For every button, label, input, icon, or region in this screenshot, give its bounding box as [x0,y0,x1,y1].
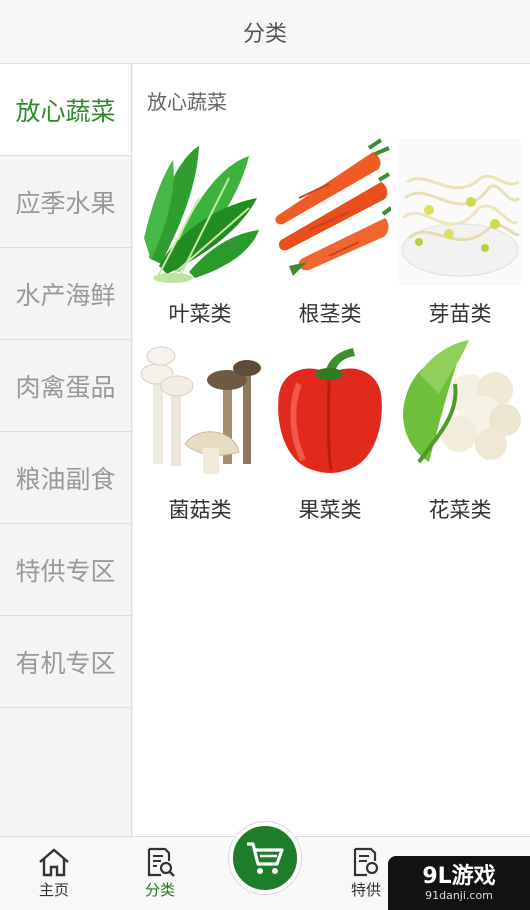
category-search-icon [147,847,175,877]
category-card-mushroom[interactable]: 菌菇类 [139,334,261,522]
home-icon [39,848,69,877]
category-label: 芽苗类 [428,302,492,326]
sidebar-item-label: 特供专区 [15,556,116,586]
sidebar-item-vegetables[interactable]: 放心蔬菜 [0,64,131,156]
category-content: 放心蔬菜 叶菜类 根茎类 芽苗类 菌菇类 果菜类 花菜类 [133,64,530,836]
watermark-logo-text: 9L游戏 [422,863,496,889]
carrot-image [269,138,391,286]
category-label: 叶菜类 [168,302,232,326]
sidebar-item-label: 粮油副食 [15,464,116,494]
section-title: 放心蔬菜 [147,90,227,114]
category-card-sprouts[interactable]: 芽苗类 [399,138,521,326]
mushrooms-image [139,334,261,482]
sidebar-item-meat-eggs[interactable]: 肉禽蛋品 [0,340,131,432]
top-bar: 分类 [0,0,530,64]
tab-label: 主页 [38,881,69,899]
sidebar-item-label: 有机专区 [15,648,116,678]
sidebar-item-grain-oil[interactable]: 粮油副食 [0,432,131,524]
category-label: 果菜类 [298,498,362,522]
category-sidebar: 放心蔬菜 应季水果 水产海鲜 肉禽蛋品 粮油副食 特供专区 有机专区 [0,64,132,836]
category-label: 花菜类 [428,498,492,522]
tab-label: 分类 [144,881,175,899]
tab-home[interactable]: 主页 [14,843,94,907]
sidebar-item-label: 放心蔬菜 [15,96,116,126]
shopping-cart-icon [247,842,284,874]
cauliflower-image [399,334,521,482]
leafy-greens-image [139,138,261,286]
special-doc-icon [353,847,379,877]
category-label: 根茎类 [298,302,362,326]
bean-sprouts-image [399,138,521,286]
page-title: 分类 [242,21,287,47]
category-card-leafy[interactable]: 叶菜类 [139,138,261,326]
category-card-flower-veg[interactable]: 花菜类 [399,334,521,522]
tab-category[interactable]: 分类 [120,843,200,907]
bell-pepper-image [269,334,391,482]
sidebar-item-label: 水产海鲜 [15,280,116,310]
category-label: 菌菇类 [168,498,232,522]
sidebar-item-special[interactable]: 特供专区 [0,524,131,616]
category-card-root[interactable]: 根茎类 [269,138,391,326]
sidebar-item-fruits[interactable]: 应季水果 [0,156,131,248]
category-card-fruit-veg[interactable]: 果菜类 [269,334,391,522]
sidebar-item-seafood[interactable]: 水产海鲜 [0,248,131,340]
sidebar-item-organic[interactable]: 有机专区 [0,616,131,708]
cart-button[interactable] [229,822,301,894]
sidebar-item-label: 应季水果 [15,188,116,218]
sidebar-item-label: 肉禽蛋品 [15,372,116,402]
watermark-url: 91danji.com [425,888,493,902]
site-watermark: 9L游戏 91danji.com [388,856,530,910]
